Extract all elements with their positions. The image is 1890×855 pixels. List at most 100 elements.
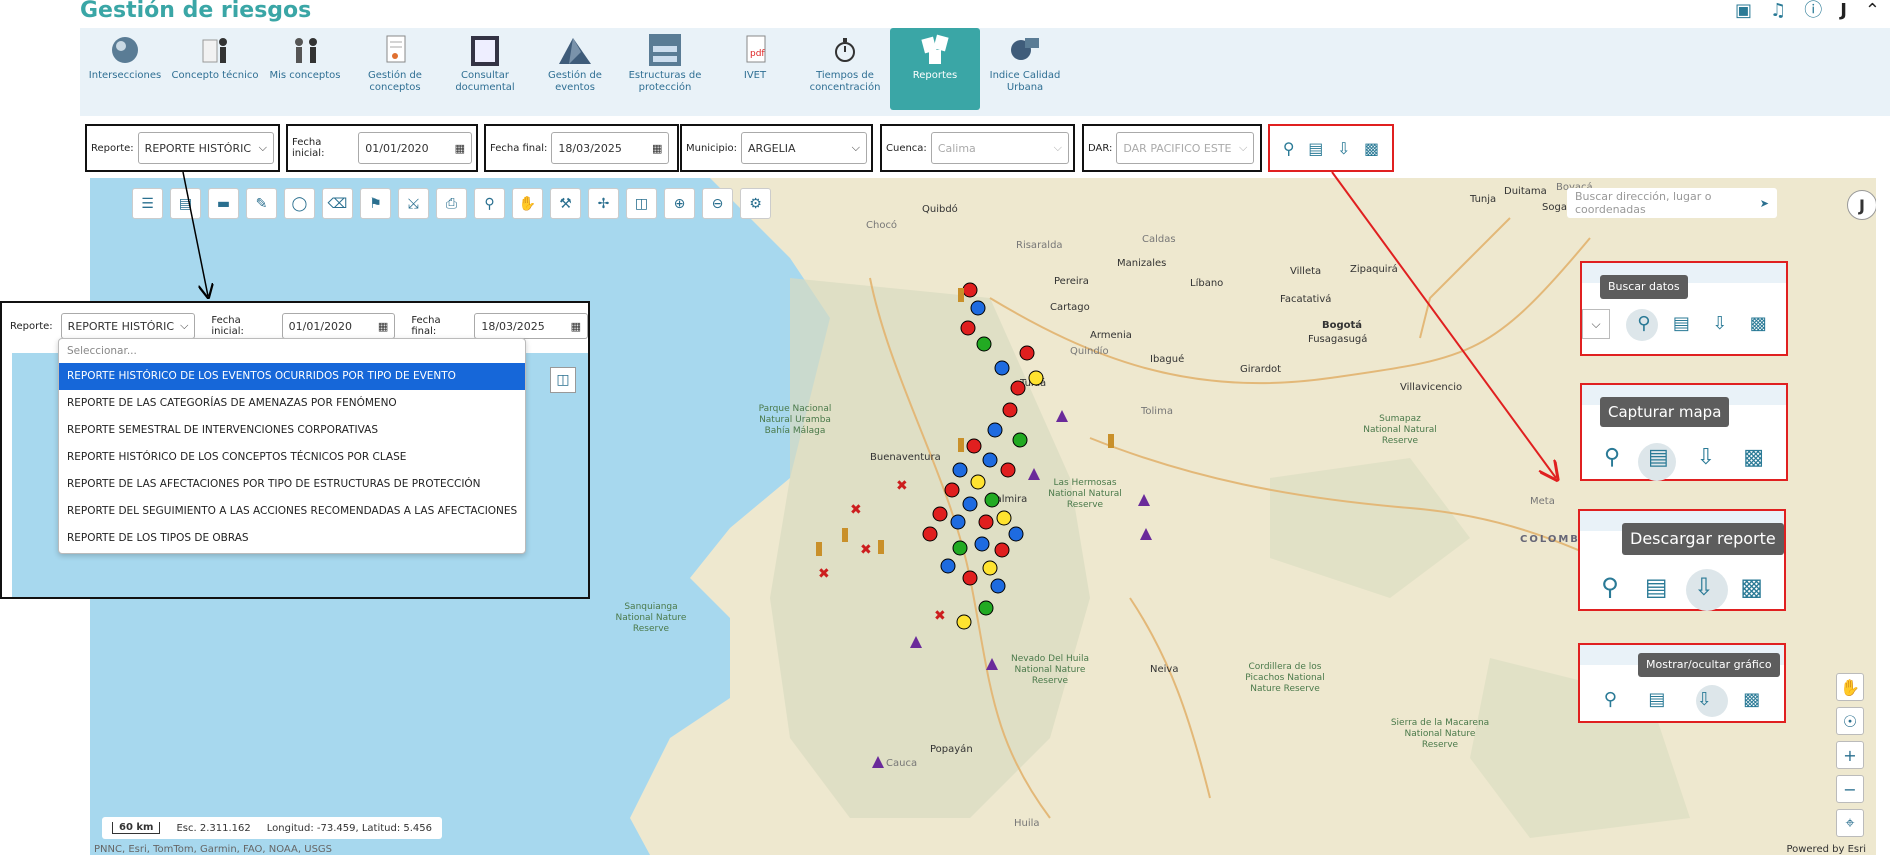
split-view-icon[interactable]: ◫	[626, 188, 657, 219]
search-icon[interactable]: ⚲	[1283, 139, 1295, 158]
bar-chart-icon[interactable]: ▩	[1750, 313, 1767, 334]
search-icon[interactable]: ⚲	[1604, 445, 1620, 470]
module-gestion-conceptos[interactable]: Gestión de conceptos	[350, 28, 440, 116]
capture-map-icon[interactable]: ▤	[1673, 313, 1690, 334]
capture-map-icon[interactable]: ▤	[1648, 689, 1665, 710]
user-initial[interactable]: J	[1840, 1, 1847, 21]
download-report-icon[interactable]: ⇩	[1697, 689, 1712, 710]
layers-icon[interactable]: ☰	[132, 188, 163, 219]
fecha-final-input[interactable]: 18/03/2025 ▦	[551, 132, 670, 164]
people-icon	[285, 32, 325, 68]
zoom-in-icon[interactable]: ⊕	[664, 188, 695, 219]
avatar[interactable]: J	[1847, 190, 1876, 220]
tooltip: Capturar mapa	[1600, 397, 1730, 427]
marker-cluster[interactable]: ✖ ✖ ✖ ✖ ✖	[816, 282, 1152, 768]
inset-reporte-select[interactable]: REPORTE HISTÓRIC ⌵	[60, 313, 196, 339]
svg-text:✖: ✖	[818, 566, 830, 582]
module-tiempos-concentracion[interactable]: Tiempos de concentración	[800, 28, 890, 116]
hand-icon[interactable]: ✋	[512, 188, 543, 219]
locate-icon[interactable]: ⌖	[1836, 809, 1864, 837]
capture-map-icon[interactable]: ▤	[1645, 573, 1668, 601]
tooltip: Mostrar/ocultar gráfico	[1638, 653, 1780, 677]
inset-split-view-icon[interactable]: ◫	[550, 367, 576, 393]
pencil-icon[interactable]: ✎	[246, 188, 277, 219]
module-ribbon: Intersecciones Concepto técnico Mis conc…	[80, 28, 1890, 116]
search-icon[interactable]: ⚲	[1604, 689, 1617, 710]
reporte-select[interactable]: REPORTE HISTÓRIC ⌵	[137, 132, 274, 164]
cuenca-select[interactable]: Calima ⌵	[930, 132, 1069, 164]
calendar-icon[interactable]: ▦	[571, 320, 581, 333]
legend-icon[interactable]: ▤	[170, 188, 201, 219]
module-gestion-eventos[interactable]: Gestión de eventos	[530, 28, 620, 116]
inset-fecha-inicial[interactable]: 01/01/2020 ▦	[281, 313, 396, 339]
zoom-out-icon[interactable]: ⊖	[702, 188, 733, 219]
calendar-icon[interactable]: ▦	[378, 320, 388, 333]
help-icon[interactable]: ⓘ	[1804, 1, 1822, 21]
download-report-icon[interactable]: ⇩	[1712, 313, 1727, 334]
dropdown-option[interactable]: REPORTE DE LOS TIPOS DE OBRAS	[59, 525, 525, 552]
bar-chart-icon[interactable]: ▩	[1743, 689, 1760, 710]
zoom-plus-icon[interactable]: +	[1836, 741, 1864, 769]
municipio-select[interactable]: ARGELIA ⌵	[740, 132, 867, 164]
tools-icon[interactable]: ⚒	[550, 188, 581, 219]
move-icon[interactable]: ✢	[588, 188, 619, 219]
bar-chart-icon[interactable]: ▩	[1740, 573, 1763, 601]
stopwatch-icon	[825, 32, 865, 68]
calendar-icon[interactable]: ▦	[652, 142, 662, 155]
chevron-down-icon: ⌵	[1582, 309, 1610, 339]
bar-chart-icon[interactable]: ▩	[1364, 139, 1379, 158]
ruler-icon[interactable]: ▬	[208, 188, 239, 219]
module-concepto-tecnico[interactable]: Concepto técnico	[170, 28, 260, 116]
settings-icon[interactable]: ⚙	[740, 188, 771, 219]
module-reportes[interactable]: Reportes	[890, 28, 980, 110]
map-pin-icon[interactable]: ⚲	[474, 188, 505, 219]
bell-icon[interactable]: ♫	[1770, 1, 1786, 21]
download-report-icon[interactable]: ⇩	[1694, 573, 1714, 601]
inset-fecha-final[interactable]: 18/03/2025 ▦	[474, 313, 588, 339]
search-input[interactable]: Buscar dirección, lugar o coordenadas	[1575, 190, 1760, 216]
dar-select[interactable]: DAR PACIFICO ESTE ⌵	[1116, 132, 1255, 164]
eraser-icon[interactable]: ⌫	[322, 188, 353, 219]
dropdown-option[interactable]: REPORTE SEMESTRAL DE INTERVENCIONES CORP…	[59, 417, 525, 444]
chevron-up-icon[interactable]: ⌃	[1865, 1, 1880, 21]
landslide-icon	[555, 32, 595, 68]
search-icon[interactable]: ⚲	[1637, 313, 1650, 334]
callout-descargar-reporte: ⚲ ▤ ⇩ ▩ Descargar reporte	[1578, 509, 1786, 611]
bar-chart-icon[interactable]: ▩	[1743, 445, 1764, 470]
map-off-icon[interactable]: ▣	[1735, 1, 1752, 21]
search-icon[interactable]: ⚲	[1601, 573, 1619, 601]
dropdown-placeholder[interactable]: Seleccionar...	[59, 339, 525, 363]
dropdown-option[interactable]: REPORTE DE LAS CATEGORÍAS DE AMENAZAS PO…	[59, 390, 525, 417]
send-icon[interactable]: ➤	[1760, 197, 1769, 210]
capture-map-icon[interactable]: ▤	[1648, 445, 1669, 470]
capture-map-icon[interactable]: ▤	[1308, 139, 1323, 158]
dropdown-option[interactable]: REPORTE HISTÓRICO DE LOS CONCEPTOS TÉCNI…	[59, 444, 525, 471]
fecha-inicial-input[interactable]: 01/01/2020 ▦	[358, 132, 472, 164]
module-estructuras-proteccion[interactable]: Estructuras de protección	[620, 28, 710, 116]
dropdown-option[interactable]: REPORTE DE LAS AFECTACIONES POR TIPO DE …	[59, 471, 525, 498]
powered-by[interactable]: Powered by Esri	[1786, 844, 1866, 855]
download-report-icon[interactable]: ⇩	[1337, 139, 1350, 158]
flag-icon[interactable]: ⚑	[360, 188, 391, 219]
download-report-icon[interactable]: ⇩	[1697, 445, 1715, 470]
svg-text:✖: ✖	[860, 542, 872, 558]
pdf-icon: pdf	[735, 32, 775, 68]
callout-icons: ⚲ ▤ ⇩ ▩	[1588, 573, 1776, 601]
address-search[interactable]: Buscar dirección, lugar o coordenadas ➤	[1567, 188, 1777, 218]
dropdown-option[interactable]: REPORTE DEL SEGUIMIENTO A LAS ACCIONES R…	[59, 498, 525, 525]
globe-icon[interactable]: ☉	[1836, 707, 1864, 735]
module-mis-conceptos[interactable]: Mis conceptos	[260, 28, 350, 116]
print-icon[interactable]: ⎙	[436, 188, 467, 219]
zoom-minus-icon[interactable]: −	[1836, 775, 1864, 803]
module-indice-calidad-urbana[interactable]: Indice Calidad Urbana	[980, 28, 1070, 116]
reports-icon	[915, 32, 955, 68]
module-consultar-documental[interactable]: Consultar documental	[440, 28, 530, 116]
route-icon[interactable]: ⤩	[398, 188, 429, 219]
pan-icon[interactable]: ✋	[1836, 673, 1864, 701]
calendar-icon[interactable]: ▦	[455, 142, 465, 155]
filter-cuenca: Cuenca: Calima ⌵	[880, 124, 1075, 172]
module-ivet[interactable]: pdf IVET	[710, 28, 800, 116]
dropdown-option[interactable]: REPORTE HISTÓRICO DE LOS EVENTOS OCURRID…	[59, 363, 525, 390]
comment-icon[interactable]: ◯	[284, 188, 315, 219]
module-intersecciones[interactable]: Intersecciones	[80, 28, 170, 116]
